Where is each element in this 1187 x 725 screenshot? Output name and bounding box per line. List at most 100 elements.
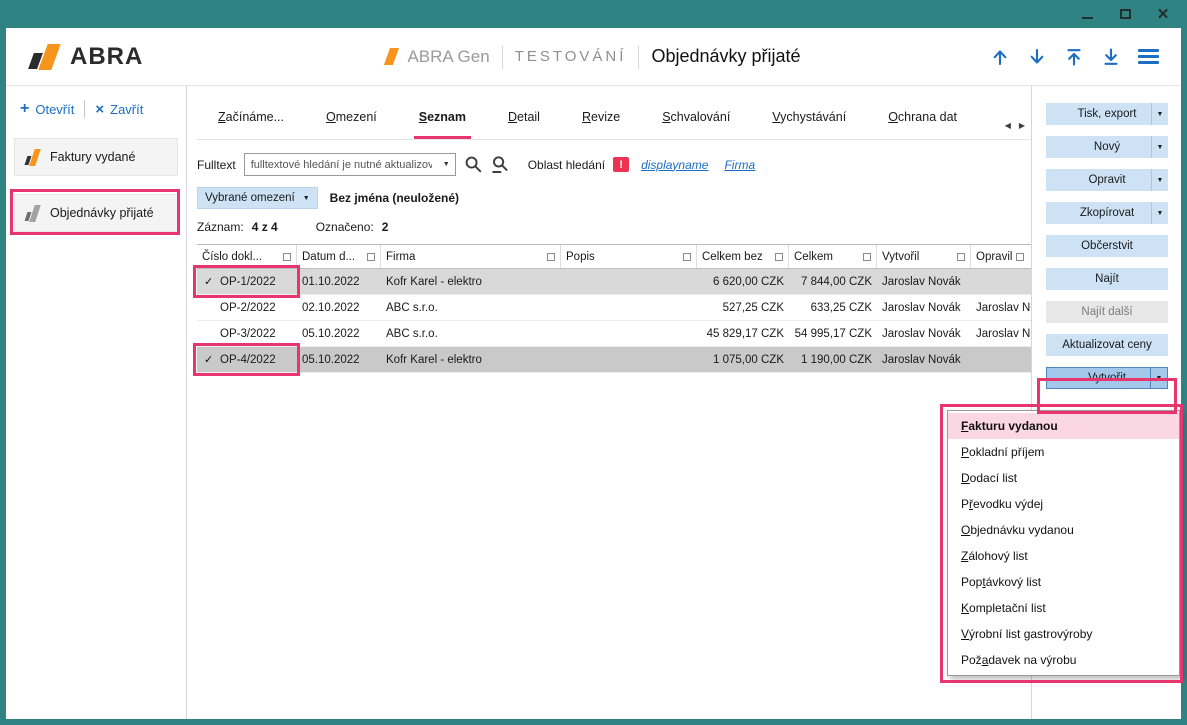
cell-created-by: Jaroslav Novák bbox=[877, 276, 971, 288]
plus-icon: + bbox=[20, 101, 29, 117]
action-button[interactable]: Aktualizovat ceny bbox=[1046, 334, 1168, 356]
action-button[interactable]: Najít další bbox=[1046, 301, 1168, 323]
menu-item[interactable]: Zálohový list bbox=[948, 543, 1179, 569]
tab-scroll-left-icon[interactable]: ◀ bbox=[1005, 121, 1011, 130]
fulltext-input-wrap: ▼ bbox=[244, 153, 456, 176]
dropdown-arrow-icon: ▼ bbox=[303, 195, 310, 202]
menu-item[interactable]: Převodku výdej bbox=[948, 491, 1179, 517]
search-scope-link[interactable]: Firma bbox=[724, 158, 755, 172]
menu-item[interactable]: Výrobní list gastrovýroby bbox=[948, 621, 1179, 647]
table-row[interactable]: ✓OP-1/202201.10.2022Kofr Karel - elektro… bbox=[197, 269, 1031, 295]
action-button[interactable]: Opravit ▼ bbox=[1046, 169, 1168, 191]
column-filter-box[interactable] bbox=[283, 253, 291, 261]
close-agenda-button[interactable]: × Zavřít bbox=[95, 102, 143, 117]
maximize-button[interactable] bbox=[1117, 6, 1133, 22]
column-header-label: Číslo dokl... bbox=[202, 251, 262, 263]
action-button[interactable]: Nový▼ bbox=[1046, 136, 1168, 158]
column-filter-box[interactable] bbox=[957, 253, 965, 261]
arrow-to-bottom-icon bbox=[1101, 47, 1121, 67]
menu-item[interactable]: Objednávku vydanou bbox=[948, 517, 1179, 543]
menu-item[interactable]: Fakturu vydanou bbox=[948, 413, 1179, 439]
cell-firm: ABC s.r.o. bbox=[381, 302, 561, 314]
column-header-label: Vytvořil bbox=[882, 251, 919, 263]
column-header[interactable]: Opravil bbox=[971, 245, 1031, 268]
marked-label: Označeno: bbox=[316, 220, 374, 234]
column-header[interactable]: Vytvořil bbox=[877, 245, 971, 268]
search-marked-button[interactable] bbox=[491, 155, 510, 174]
fulltext-input[interactable] bbox=[245, 154, 438, 175]
sidebar-item[interactable]: Objednávky přijaté bbox=[14, 194, 178, 232]
create-menu-items: Fakturu vydanouPokladní příjemDodací lis… bbox=[948, 413, 1179, 673]
tab[interactable]: Revize bbox=[561, 100, 641, 139]
menu-item[interactable]: Poptávkový list bbox=[948, 569, 1179, 595]
column-filter-box[interactable] bbox=[863, 253, 871, 261]
left-panel: + Otevřít × Zavřít Faktury vydané Objedná… bbox=[6, 86, 187, 719]
cell-created-by: Jaroslav Novák bbox=[877, 354, 971, 366]
tab[interactable]: Seznam bbox=[398, 100, 487, 139]
tab[interactable]: Vychystávání bbox=[751, 100, 867, 139]
menu-item[interactable]: Požadavek na výrobu bbox=[948, 647, 1179, 673]
column-filter-box[interactable] bbox=[1016, 253, 1024, 261]
dropdown-arrow-icon[interactable]: ▼ bbox=[1151, 202, 1168, 224]
column-header[interactable]: Celkem bbox=[789, 245, 877, 268]
column-header[interactable]: Popis bbox=[561, 245, 697, 268]
action-button[interactable]: Najít bbox=[1046, 268, 1168, 290]
tab[interactable]: Ochrana dat bbox=[867, 100, 978, 139]
nav-next-button[interactable] bbox=[1027, 47, 1047, 67]
column-header[interactable]: Firma bbox=[381, 245, 561, 268]
tab[interactable]: Omezení bbox=[305, 100, 398, 139]
menu-item[interactable]: Pokladní příjem bbox=[948, 439, 1179, 465]
tab[interactable]: Začínáme... bbox=[197, 100, 305, 139]
table-row[interactable]: OP-2/202202.10.2022ABC s.r.o.527,25 CZK6… bbox=[197, 295, 1031, 321]
nav-last-button[interactable] bbox=[1101, 47, 1121, 67]
column-header[interactable]: Číslo dokl... bbox=[197, 245, 297, 268]
logo-text: ABRA bbox=[70, 43, 143, 71]
close-icon: × bbox=[1157, 5, 1168, 24]
cell-document-number: OP-2/2022 bbox=[220, 302, 276, 314]
page-title: Objednávky přijaté bbox=[651, 46, 800, 67]
column-filter-box[interactable] bbox=[775, 253, 783, 261]
column-filter-box[interactable] bbox=[547, 253, 555, 261]
menu-item[interactable]: Kompletační list bbox=[948, 595, 1179, 621]
column-header[interactable]: Datum d... bbox=[297, 245, 381, 268]
tab[interactable]: Detail bbox=[487, 100, 561, 139]
search-scope-link[interactable]: displayname bbox=[641, 158, 708, 172]
column-header[interactable]: Celkem bez bbox=[697, 245, 789, 268]
table-row[interactable]: OP-3/202205.10.2022ABC s.r.o.45 829,17 C… bbox=[197, 321, 1031, 347]
dropdown-arrow-icon[interactable]: ▼ bbox=[1151, 103, 1168, 125]
tab-scroll-right-icon[interactable]: ▶ bbox=[1019, 121, 1025, 130]
action-button[interactable]: Občerstvit bbox=[1046, 235, 1168, 257]
close-button[interactable]: × bbox=[1155, 6, 1171, 22]
search-links: displayname Firma bbox=[641, 158, 755, 172]
column-header-label: Celkem bbox=[794, 251, 833, 263]
app-header: ABRA ABRA Gen TESTOVÁNÍ Objednávky přija… bbox=[6, 28, 1181, 86]
menu-item[interactable]: Dodací list bbox=[948, 465, 1179, 491]
column-filter-box[interactable] bbox=[683, 253, 691, 261]
status-row: Záznam: 4 z 4 Označeno: 2 bbox=[197, 219, 1031, 234]
action-button[interactable]: Zkopírovat▼ bbox=[1046, 202, 1168, 224]
column-filter-box[interactable] bbox=[367, 253, 375, 261]
row-check-mark: ✓ bbox=[204, 353, 217, 366]
table-row[interactable]: ✓OP-4/202205.10.2022Kofr Karel - elektro… bbox=[197, 347, 1031, 373]
action-button-label: Opravit bbox=[1088, 174, 1125, 186]
open-agenda-button[interactable]: + Otevřít bbox=[20, 101, 74, 117]
action-button[interactable]: Vytvořit▼ bbox=[1046, 367, 1168, 389]
main-menu-button[interactable] bbox=[1138, 46, 1159, 67]
marked-value: 2 bbox=[382, 220, 389, 234]
nav-previous-button[interactable] bbox=[990, 47, 1010, 67]
dropdown-arrow-icon[interactable]: ▼ bbox=[1151, 136, 1168, 158]
cell-date: 05.10.2022 bbox=[297, 354, 381, 366]
restriction-selector[interactable]: Vybrané omezení ▼ bbox=[197, 187, 318, 209]
dropdown-arrow-icon[interactable]: ▼ bbox=[1150, 368, 1167, 388]
create-menu: Fakturu vydanouPokladní příjemDodací lis… bbox=[947, 410, 1180, 676]
search-button[interactable] bbox=[464, 155, 483, 174]
tab[interactable]: Schvalování bbox=[641, 100, 751, 139]
hamburger-icon bbox=[1138, 46, 1159, 67]
action-button[interactable]: Tisk, export▼ bbox=[1046, 103, 1168, 125]
dropdown-arrow-icon[interactable]: ▼ bbox=[1151, 169, 1168, 191]
fulltext-dropdown-icon[interactable]: ▼ bbox=[438, 154, 455, 175]
nav-first-button[interactable] bbox=[1064, 47, 1084, 67]
environment-label: TESTOVÁNÍ bbox=[515, 48, 627, 65]
sidebar-item[interactable]: Faktury vydané bbox=[14, 138, 178, 176]
minimize-button[interactable] bbox=[1079, 6, 1095, 22]
